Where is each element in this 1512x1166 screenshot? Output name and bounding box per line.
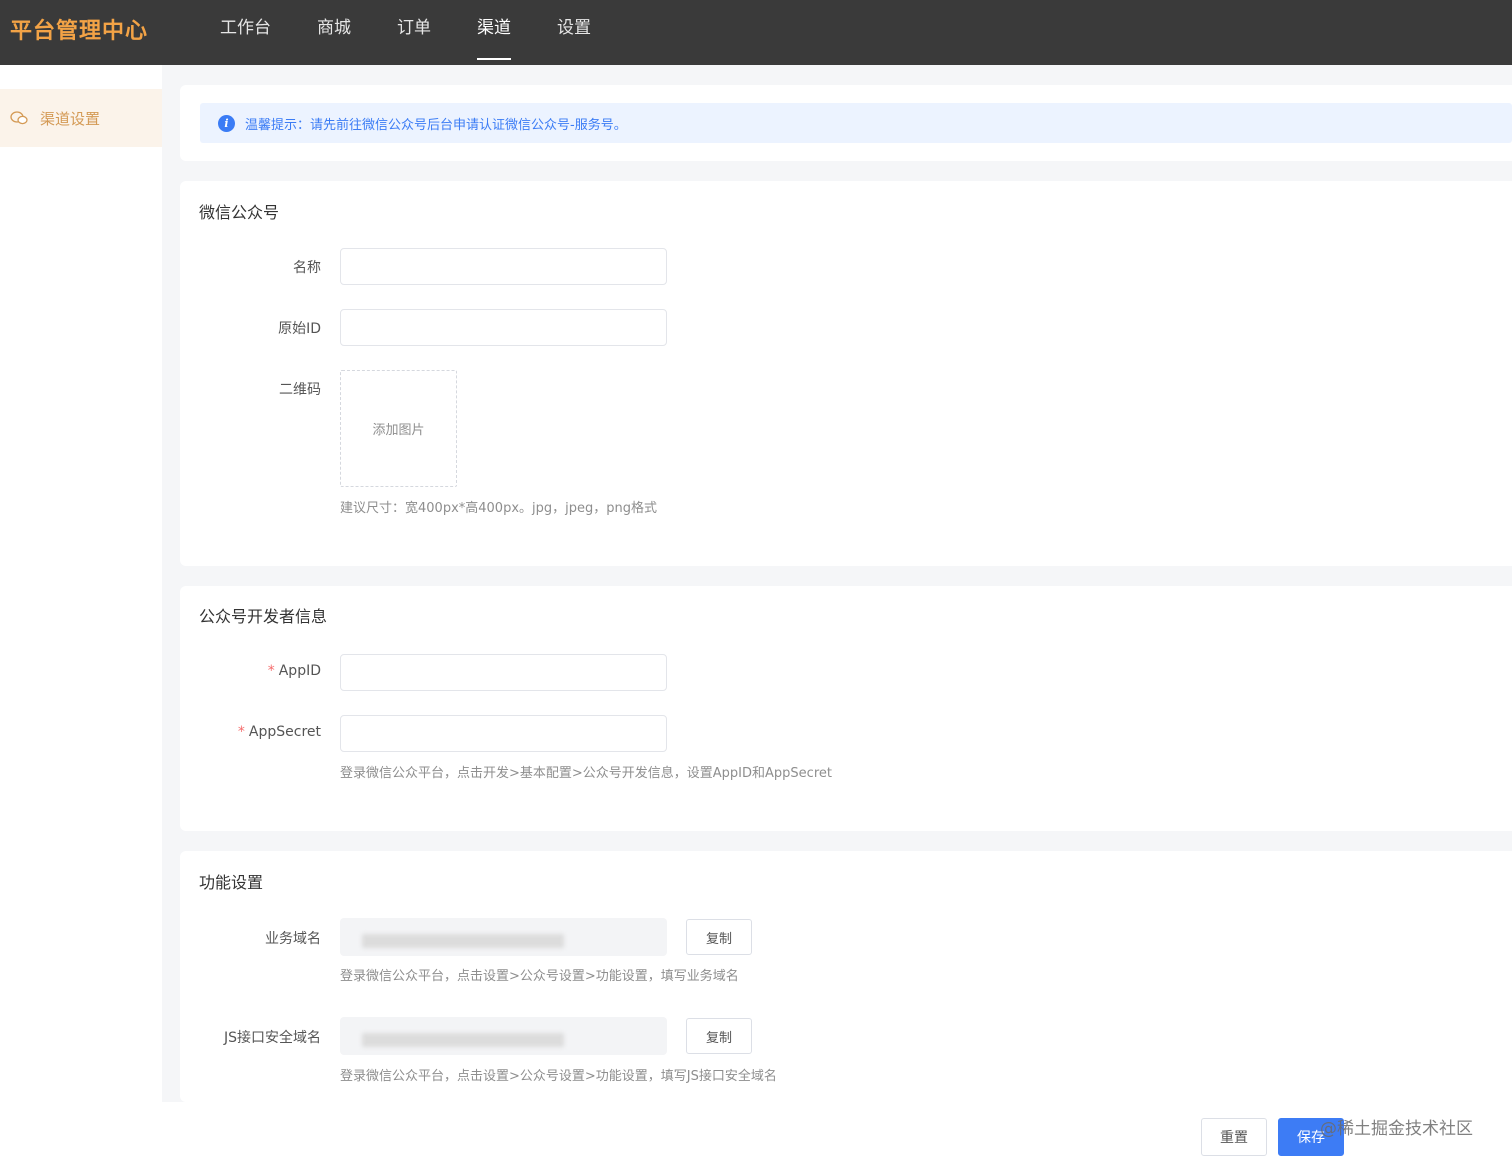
required-mark: * — [267, 663, 275, 679]
original-id-label: 原始ID — [278, 321, 321, 337]
wechat-icon — [10, 111, 28, 125]
name-input[interactable] — [340, 248, 667, 285]
js-domain-field — [340, 1017, 667, 1055]
appsecret-input[interactable] — [340, 715, 667, 752]
top-navigation-bar: 平台管理中心 工作台 商城 订单 渠道 设置 — [0, 0, 1512, 65]
sidebar-item-channel-settings[interactable]: 渠道设置 — [0, 89, 162, 147]
nav-mall[interactable]: 商城 — [317, 0, 351, 65]
section-title: 微信公众号 — [199, 203, 280, 222]
brand-title: 平台管理中心 — [10, 19, 149, 44]
business-domain-label: 业务域名 — [265, 931, 321, 947]
developer-info-section: 公众号开发者信息 * AppID * AppSecret 登录微信公众平台，点击开发… — [180, 586, 1512, 831]
appid-label-text: AppID — [278, 663, 321, 679]
function-settings-section: 功能设置 业务域名 复制 登录微信公众平台，点击设置>公众号设置>功能设置，填写… — [180, 851, 1512, 1102]
copy-business-domain-button[interactable]: 复制 — [686, 919, 752, 955]
reset-button[interactable]: 重置 — [1201, 1118, 1267, 1156]
appid-label: * AppID — [161, 663, 321, 679]
qrcode-label: 二维码 — [279, 382, 321, 398]
appsecret-label: * AppSecret — [161, 724, 321, 740]
add-image-upload[interactable]: 添加图片 — [340, 370, 457, 487]
appsecret-label-text: AppSecret — [248, 724, 321, 740]
nav-settings[interactable]: 设置 — [557, 0, 591, 65]
tip-card: i 温馨提示：请先前往微信公众号后台申请认证微信公众号-服务号。 — [180, 85, 1512, 161]
sidebar-item-label: 渠道设置 — [40, 109, 101, 128]
tip-alert: i 温馨提示：请先前往微信公众号后台申请认证微信公众号-服务号。 — [200, 103, 1512, 143]
section-title: 公众号开发者信息 — [199, 607, 328, 626]
copy-js-domain-button[interactable]: 复制 — [686, 1018, 752, 1054]
original-id-input[interactable] — [340, 309, 667, 346]
nav-workbench[interactable]: 工作台 — [220, 0, 271, 65]
wechat-account-section: 微信公众号 名称 原始ID 二维码 添加图片 建议尺寸：宽400px*高400p… — [180, 181, 1512, 566]
info-icon: i — [218, 114, 235, 132]
watermark: @稀土掘金技术社区 — [1320, 1119, 1473, 1139]
nav-orders[interactable]: 订单 — [397, 0, 431, 65]
required-mark: * — [237, 724, 245, 740]
js-domain-label: JS接口安全域名 — [223, 1030, 321, 1046]
js-domain-hint: 登录微信公众平台，点击设置>公众号设置>功能设置，填写JS接口安全域名 — [340, 1069, 777, 1084]
business-domain-hint: 登录微信公众平台，点击设置>公众号设置>功能设置，填写业务域名 — [340, 969, 739, 984]
name-label: 名称 — [293, 260, 321, 276]
developer-hint: 登录微信公众平台，点击开发>基本配置>公众号开发信息，设置AppID和AppSe… — [340, 766, 832, 781]
business-domain-field — [340, 918, 667, 956]
appid-input[interactable] — [340, 654, 667, 691]
main-nav: 工作台 商城 订单 渠道 设置 — [200, 0, 637, 65]
section-title: 功能设置 — [199, 873, 264, 892]
redacted-value — [362, 1033, 564, 1047]
upload-hint: 建议尺寸：宽400px*高400px。jpg，jpeg，png格式 — [340, 501, 657, 516]
redacted-value — [362, 934, 564, 948]
nav-channels[interactable]: 渠道 — [477, 0, 511, 65]
sidebar: 渠道设置 — [0, 65, 162, 1102]
tip-text: 温馨提示：请先前往微信公众号后台申请认证微信公众号-服务号。 — [245, 117, 627, 133]
